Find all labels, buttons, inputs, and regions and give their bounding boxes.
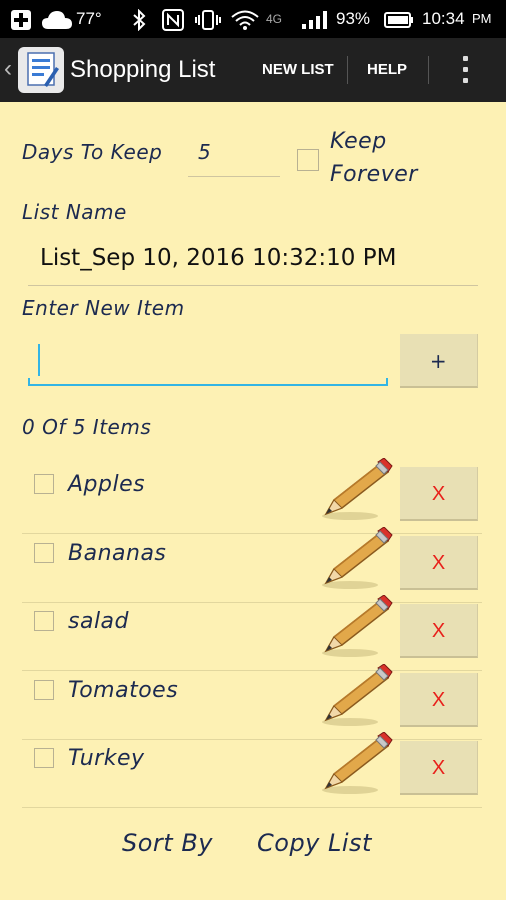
item-checkbox[interactable] (34, 474, 54, 494)
sort-by-button[interactable]: Sort By (122, 829, 213, 857)
item-label: Turkey (68, 746, 145, 771)
input-corner-right (386, 378, 388, 386)
item-label: Tomatoes (68, 677, 179, 703)
delete-item-button[interactable]: X (400, 741, 478, 795)
battery-percent-text: 93% (336, 9, 371, 28)
list-name-label: List Name (22, 200, 127, 224)
enter-item-label: Enter New Item (22, 296, 185, 320)
item-checkbox[interactable] (34, 679, 54, 700)
days-to-keep-input[interactable]: 5 (198, 140, 211, 164)
keep-forever-checkbox[interactable] (297, 149, 319, 171)
item-checkbox[interactable] (34, 748, 54, 768)
delete-item-button[interactable]: X (400, 535, 478, 590)
plus-icon (10, 0, 32, 38)
overflow-menu-icon[interactable] (452, 52, 478, 88)
row-divider (22, 807, 482, 808)
app-logo-icon[interactable] (18, 47, 64, 93)
action-separator (347, 56, 348, 84)
edit-pencil-icon[interactable] (320, 525, 394, 591)
status-bar: 77° 4G 93% 10:34 PM (0, 0, 506, 38)
add-item-button[interactable]: + (400, 334, 478, 388)
edit-pencil-icon[interactable] (320, 662, 394, 728)
days-to-keep-label: Days To Keep (22, 140, 163, 164)
app-title: Shopping List (70, 56, 216, 83)
keep-forever-label: Keep (330, 129, 387, 154)
vibrate-icon (194, 0, 222, 38)
input-underline (28, 384, 388, 386)
days-input-underline (188, 176, 280, 177)
list-name-input[interactable]: List_Sep 10, 2016 10:32:10 PM (40, 245, 396, 271)
new-list-button[interactable]: NEW LIST (262, 38, 334, 102)
item-checkbox[interactable] (34, 542, 54, 563)
delete-item-button[interactable]: X (400, 467, 478, 521)
delete-item-button[interactable]: X (400, 604, 478, 658)
action-bar: ‹ Shopping List NEW LIST HELP (0, 38, 506, 102)
back-chevron-icon[interactable]: ‹ (4, 52, 12, 86)
temperature-text: 77° (76, 9, 102, 28)
edit-pencil-icon[interactable] (320, 594, 394, 659)
item-count-text: 0 Of 5 Items (22, 415, 152, 439)
signal-icon (300, 0, 330, 38)
wifi-icon (230, 0, 260, 38)
help-button[interactable]: HELP (367, 38, 407, 102)
clock-text: 10:34 (422, 9, 465, 28)
cloud-icon (42, 0, 72, 38)
clock-suffix-text: PM (472, 11, 492, 26)
network-type-text: 4G (266, 12, 283, 26)
edit-pencil-icon[interactable] (320, 457, 394, 522)
new-item-input[interactable] (28, 336, 388, 386)
input-corner-left (28, 378, 30, 386)
action-separator (428, 56, 429, 84)
item-label: Apples (68, 472, 146, 497)
list-item: Bananas X (22, 525, 482, 603)
copy-list-button[interactable]: Copy List (257, 829, 372, 857)
item-label: salad (68, 609, 130, 634)
list-item: Tomatoes X (22, 662, 482, 740)
item-checkbox[interactable] (34, 611, 54, 631)
list-item: Turkey X (22, 731, 482, 808)
list-name-underline (28, 285, 478, 286)
list-item: Apples X (22, 457, 482, 534)
nfc-icon (162, 0, 184, 38)
list-item: salad X (22, 594, 482, 671)
delete-item-button[interactable]: X (400, 672, 478, 727)
text-cursor (38, 344, 40, 376)
edit-pencil-icon[interactable] (320, 731, 394, 796)
item-label: Bananas (68, 540, 167, 566)
keep-forever-label-line2: Forever (330, 162, 418, 187)
bluetooth-icon (132, 0, 146, 38)
battery-icon (384, 0, 414, 38)
